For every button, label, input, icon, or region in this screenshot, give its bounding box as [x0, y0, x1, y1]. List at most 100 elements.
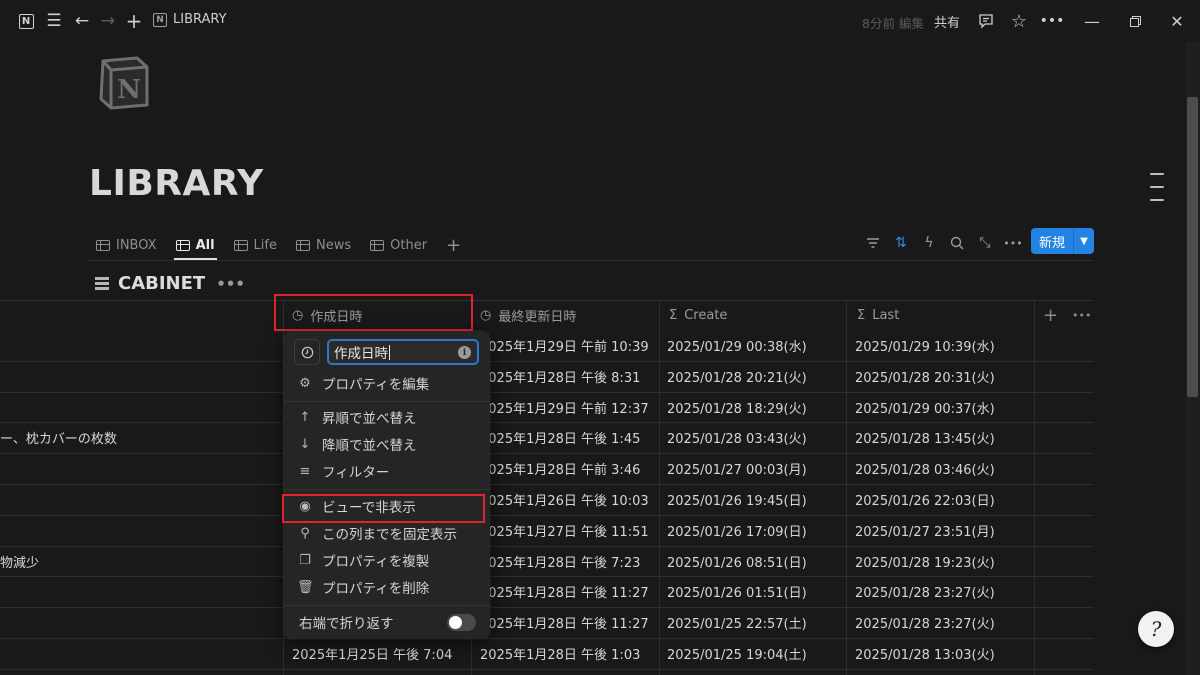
column-header-label: Last [872, 307, 900, 323]
chevron-down-icon[interactable]: ▼ [1074, 228, 1094, 254]
table-cell-updated[interactable]: 2025年1月27日 午後 11:51 [480, 515, 649, 546]
share-button[interactable]: 共有 [934, 12, 960, 31]
comment-icon[interactable] [975, 10, 997, 32]
menu-item-label: 昇順で並べ替え [322, 411, 417, 427]
database-more-icon[interactable]: ••• [216, 275, 245, 293]
table-cell-created[interactable]: 2025年1月25日 午後 7:04 [292, 638, 452, 669]
property-more-icon[interactable]: ••• [1072, 300, 1091, 330]
tab-other[interactable]: Other [368, 230, 429, 260]
add-property-plus-icon[interactable]: + [1043, 300, 1058, 330]
table-cell-name[interactable]: ー、枕カバーの枚数 [0, 422, 117, 453]
sidebar-menu-icon[interactable]: ☰ [43, 10, 65, 32]
table-cell-name[interactable]: 物減少 [0, 546, 39, 577]
tab-news[interactable]: News [294, 230, 353, 260]
automation-lightning-icon[interactable]: ϟ [918, 232, 940, 254]
table-cell-updated[interactable]: 2025年1月29日 午前 10:39 [480, 330, 649, 361]
expand-icon[interactable]: ⤡ [974, 232, 996, 254]
breadcrumb[interactable]: N LIBRARY [153, 12, 227, 27]
forward-arrow-icon[interactable]: → [97, 10, 119, 32]
table-cell-create[interactable]: 2025/01/26 08:51(日) [667, 546, 807, 577]
column-header-create[interactable]: Σ Create [669, 300, 727, 330]
new-page-plus-icon[interactable]: + [123, 9, 145, 33]
favorite-star-icon[interactable]: ☆ [1008, 10, 1030, 32]
table-cell-updated[interactable]: 2025年1月28日 午後 11:27 [480, 576, 649, 607]
menu-divider [284, 605, 490, 606]
view-more-icon[interactable]: ••• [1002, 232, 1024, 254]
tab-all[interactable]: All [173, 230, 217, 260]
table-cell-create[interactable]: 2025/01/26 17:09(日) [667, 515, 807, 546]
table-cell-last[interactable]: 2025/01/28 13:03(火) [855, 638, 995, 669]
table-cell-updated[interactable]: 2025年1月28日 午後 11:27 [480, 607, 649, 638]
new-button-label[interactable]: 新規 [1031, 228, 1074, 254]
page-icon-notion-logo[interactable]: N [97, 55, 153, 111]
minimize-icon[interactable]: — [1081, 10, 1103, 32]
table-cell-last[interactable]: 2025/01/27 23:51(月) [855, 515, 995, 546]
table-cell-create[interactable]: 2025/01/28 03:43(火) [667, 422, 807, 453]
menu-item-duplicate-property[interactable]: ❐ プロパティを複製 [288, 547, 486, 573]
table-cell-updated[interactable]: 2025年1月28日 午後 8:31 [480, 361, 640, 392]
table-of-contents-indicator[interactable] [1150, 173, 1164, 212]
table-cell-create[interactable]: 2025/01/28 18:29(火) [667, 392, 807, 423]
info-icon[interactable]: i [458, 346, 471, 359]
table-cell-last[interactable]: 2025/01/29 10:39(水) [855, 330, 995, 361]
table-cell-create[interactable]: 2025/01/26 01:51(日) [667, 576, 807, 607]
table-cell-create[interactable]: 2025/01/27 00:03(月) [667, 453, 807, 484]
wrap-toggle[interactable] [447, 614, 476, 631]
table-cell-updated[interactable]: 2025年1月29日 午前 12:37 [480, 392, 649, 423]
menu-item-edit-property[interactable]: ⚙ プロパティを編集 [288, 370, 486, 396]
back-arrow-icon[interactable]: ← [71, 10, 93, 32]
table-cell-create[interactable]: 2025/01/28 20:21(火) [667, 361, 807, 392]
page-small-icon: N [153, 12, 167, 27]
property-context-menu: 作成日時 i ⚙ プロパティを編集 ↑ 昇順で並べ替え ↓ 降順で並べ替え ≡ フィルタ… [284, 331, 490, 639]
tab-label: Life [253, 237, 277, 253]
property-name-input[interactable]: 作成日時 i [327, 339, 479, 365]
column-header-updated[interactable]: ◷ 最終更新日時 [480, 300, 576, 330]
menu-item-filter[interactable]: ≡ フィルター [288, 458, 486, 484]
table-cell-create[interactable]: 2025/01/29 00:38(水) [667, 330, 807, 361]
restore-icon[interactable] [1124, 10, 1146, 32]
column-header-last[interactable]: Σ Last [857, 300, 899, 330]
table-cell-last[interactable]: 2025/01/28 23:27(火) [855, 607, 995, 638]
formula-sigma-icon: Σ [857, 307, 866, 323]
tab-inbox[interactable]: INBOX [94, 230, 159, 260]
table-cell-last[interactable]: 2025/01/28 19:23(火) [855, 546, 995, 577]
help-assistant-button[interactable]: ? [1138, 611, 1174, 647]
table-cell-last[interactable]: 2025/01/28 13:45(火) [855, 422, 995, 453]
close-window-icon[interactable]: ✕ [1166, 10, 1188, 32]
more-options-icon[interactable]: ••• [1040, 10, 1065, 32]
search-icon[interactable] [946, 232, 968, 254]
table-cell-create[interactable]: 2025/01/26 19:45(日) [667, 484, 807, 515]
table-cell-updated[interactable]: 2025年1月28日 午後 1:45 [480, 422, 640, 453]
tab-life[interactable]: Life [232, 230, 279, 260]
database-icon [95, 276, 109, 291]
add-view-plus-icon[interactable]: + [444, 230, 463, 260]
column-divider [1034, 300, 1035, 675]
table-cell-updated[interactable]: 2025年1月28日 午後 1:03 [480, 638, 640, 669]
page-title[interactable]: LIBRARY [89, 163, 264, 204]
menu-item-delete-property[interactable]: 🗑 プロパティを削除 [288, 574, 486, 600]
column-header-label: 最終更新日時 [498, 309, 577, 325]
menu-item-sort-descending[interactable]: ↓ 降順で並べ替え [288, 431, 486, 457]
property-type-clock-icon[interactable] [294, 339, 320, 365]
table-cell-create[interactable]: 2025/01/25 19:04(土) [667, 638, 807, 669]
table-cell-last[interactable]: 2025/01/29 00:37(水) [855, 392, 995, 423]
table-cell-create[interactable]: 2025/01/25 22:57(土) [667, 607, 807, 638]
scrollbar-thumb[interactable] [1187, 97, 1198, 397]
table-cell-last[interactable]: 2025/01/28 03:46(火) [855, 453, 995, 484]
table-cell-last[interactable]: 2025/01/28 20:31(火) [855, 361, 995, 392]
table-cell-updated[interactable]: 2025年1月28日 午後 7:23 [480, 546, 640, 577]
table-cell-updated[interactable]: 2025年1月26日 午後 10:03 [480, 484, 649, 515]
menu-item-sort-ascending[interactable]: ↑ 昇順で並べ替え [288, 404, 486, 430]
new-button[interactable]: 新規 ▼ [1031, 228, 1094, 254]
tab-label: INBOX [116, 237, 157, 253]
table-cell-last[interactable]: 2025/01/28 23:27(火) [855, 576, 995, 607]
sort-icon[interactable]: ⇅ [890, 232, 912, 254]
view-tabs: INBOX All Life News Other + [94, 230, 463, 260]
table-cell-updated[interactable]: 2025年1月28日 午前 3:46 [480, 453, 640, 484]
clock-icon: ◷ [480, 307, 492, 323]
menu-item-freeze-column[interactable]: ⚲ この列までを固定表示 [288, 520, 486, 546]
menu-divider [284, 489, 490, 490]
filter-icon[interactable] [862, 232, 884, 254]
table-cell-last[interactable]: 2025/01/26 22:03(日) [855, 484, 995, 515]
database-title[interactable]: CABINET ••• [95, 273, 245, 294]
